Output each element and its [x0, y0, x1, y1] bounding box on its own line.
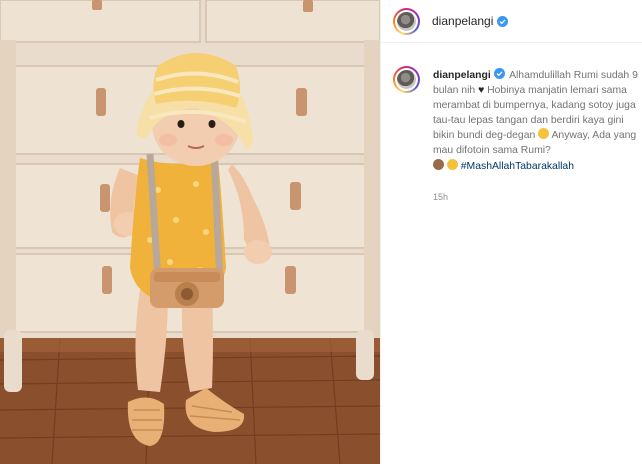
avatar-image	[397, 11, 416, 31]
verified-badge-icon	[493, 68, 505, 79]
hashtag-link[interactable]: #MashAllahTabarakallah	[461, 161, 574, 172]
post-photo[interactable]	[0, 0, 380, 464]
instagram-post: dianpelangi dianpelangi Alhamdulillah Ru…	[0, 0, 642, 464]
header-username[interactable]: dianpelangi	[432, 14, 493, 28]
grimacing-emoji-icon	[446, 158, 458, 170]
grimacing-emoji-icon	[538, 128, 550, 140]
caption-text: dianpelangi Alhamdulillah Rumi sudah 9 b…	[433, 68, 639, 174]
caption-avatar[interactable]	[393, 66, 420, 93]
photo-canvas	[0, 0, 380, 464]
post-header: dianpelangi	[381, 0, 642, 43]
caption-username[interactable]: dianpelangi	[433, 70, 491, 81]
post-side-panel: dianpelangi dianpelangi Alhamdulillah Ru…	[380, 0, 642, 464]
verified-badge-icon	[497, 15, 509, 27]
avatar-image	[397, 70, 416, 89]
heart-icon: ♥	[478, 85, 485, 97]
post-time[interactable]: 15h	[433, 192, 448, 202]
monkey-emoji-icon	[433, 158, 444, 170]
avatar[interactable]	[393, 7, 420, 35]
